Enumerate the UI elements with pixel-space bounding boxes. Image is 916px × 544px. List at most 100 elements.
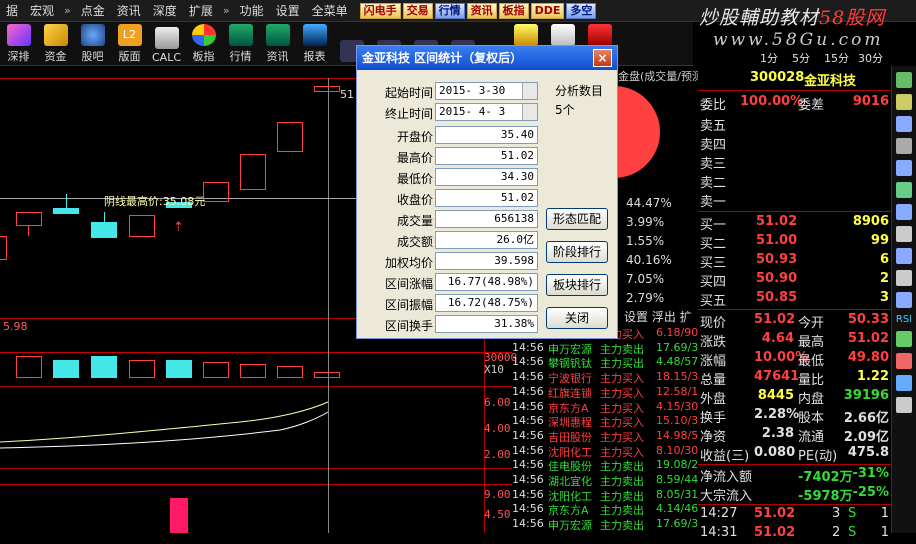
toolbar-button-layout[interactable]: L2 版面 [111, 22, 148, 66]
ticker-row[interactable]: 14:56 红旗连锁 主力买入 12.58/1 [512, 384, 698, 400]
ticker-cell: 红旗连锁 [548, 386, 592, 400]
separator [0, 484, 512, 485]
period-tab[interactable]: 1分 [760, 50, 778, 66]
ticker-row[interactable]: 14:56 吉田股份 主力买入 14.98/5 [512, 429, 698, 444]
menu-item[interactable]: 资讯 [111, 2, 147, 19]
ticker-row[interactable]: 14:56 沈阳化工 主力买入 8.10/30 [512, 444, 698, 459]
dialog-title: 金亚科技 区间统计（复权后） [362, 51, 523, 65]
buy-level-label: 买四 [700, 275, 727, 290]
sidebar-icon[interactable] [896, 116, 912, 132]
toolbar-button-sector-index[interactable]: 板指 [185, 22, 222, 66]
start-time-picker[interactable]: 2015- 3-30 [435, 82, 538, 100]
menu-item[interactable]: 扩展 [183, 2, 219, 19]
sell-order-row: 卖四 [698, 134, 891, 153]
quick-button-flash[interactable]: 闪电手 [359, 2, 401, 19]
toolbar-button-report[interactable]: 报表 [296, 22, 333, 66]
ticker-row[interactable]: 14:56 宁波银行 主力买入 18.15/3 [512, 370, 698, 386]
ticker-cell: 攀钢钒钛 [548, 357, 592, 371]
dialog-titlebar[interactable]: 金亚科技 区间统计（复权后） × [357, 46, 617, 70]
ticker-row[interactable]: 14:56 申万宏源 主力卖出 17.69/3 [512, 341, 698, 356]
menu-more[interactable]: » [219, 4, 234, 17]
tab-expand[interactable]: 扩 [680, 310, 692, 324]
toolbar-button-rank[interactable]: 深排 [0, 22, 37, 66]
stat-label: 涨跌 [700, 335, 727, 350]
tab-float[interactable]: 浮出 [652, 310, 676, 324]
stat-value: 51.02 [847, 331, 889, 346]
period-tab[interactable]: 15分 [824, 50, 849, 66]
ticker-row[interactable]: 14:56 湖北宜化 主力卖出 8.59/44 [512, 473, 698, 488]
flow-percent: -31% [852, 466, 889, 481]
ticker-cell: 主力卖出 [600, 489, 644, 503]
sidebar-icon[interactable] [896, 182, 912, 198]
sidebar-icon[interactable] [896, 160, 912, 176]
menu-item[interactable]: 功能 [234, 2, 270, 19]
menu-item[interactable]: 全菜单 [306, 2, 354, 19]
menu-item[interactable]: 深度 [147, 2, 183, 19]
period-tab[interactable]: 30分 [858, 50, 883, 66]
ticker-cell: 深圳惠程 [548, 416, 592, 430]
sidebar-icon[interactable] [896, 138, 912, 154]
close-icon[interactable]: × [593, 49, 612, 67]
toolbar-button-funds[interactable]: 资金 [37, 22, 74, 66]
ticker-row[interactable]: 14:56 沈阳化工 主力卖出 8.05/31 [512, 488, 698, 503]
stock-name: 金亚科技 [804, 74, 857, 89]
ticker-row[interactable]: 14:56 深圳惠程 主力买入 15.10/3 [512, 414, 698, 430]
toolbar-button-quote[interactable]: 行情 [222, 22, 259, 66]
quick-button-longshort[interactable]: 多空 [566, 2, 597, 19]
menu-item[interactable]: 点金 [75, 2, 111, 19]
ticker-row[interactable]: 14:56 京东方A 主力买入 4.15/30 [512, 400, 698, 415]
indicator-bar [170, 498, 188, 533]
menu-item[interactable]: 设置 [270, 2, 306, 19]
stat-value: 2.66亿 [843, 411, 889, 426]
menu-more[interactable]: » [60, 4, 75, 17]
ticker-cell: 12.58/1 [656, 384, 698, 398]
end-time-picker[interactable]: 2015- 4- 3 [435, 103, 538, 121]
toolbar-button-forum[interactable]: 股吧 [74, 22, 111, 66]
sector-rank-button[interactable]: 板块排行 [546, 274, 608, 296]
ticker-row[interactable]: 14:56 京东方A 主力卖出 4.14/46 [512, 502, 698, 517]
sell-level-label: 卖五 [700, 119, 727, 134]
ticker-cell: 主力买入 [600, 401, 644, 415]
sidebar-icon[interactable] [896, 375, 912, 391]
stat-value: 0.080 [754, 445, 796, 460]
spinner-icon[interactable] [522, 83, 537, 99]
ticker-row[interactable]: 14:56 申万宏源 主力卖出 17.69/3 [512, 517, 698, 532]
menu-item[interactable]: 据 [0, 2, 24, 19]
period-tab[interactable]: 5分 [792, 50, 810, 66]
sidebar-icon[interactable] [896, 270, 912, 286]
buy-level-label: 买三 [700, 256, 727, 271]
sidebar-icon[interactable] [896, 397, 912, 413]
sidebar-icon[interactable] [896, 72, 912, 88]
quick-button-news[interactable]: 资讯 [466, 2, 497, 19]
toolbar-button-calc[interactable]: CALC [148, 22, 185, 66]
ticker-row[interactable]: 14:56 佳电股份 主力卖出 19.08/2 [512, 458, 698, 473]
quick-button-index[interactable]: 板指 [498, 2, 529, 19]
stage-rank-button[interactable]: 阶段排行 [546, 241, 608, 263]
ticker-row[interactable]: 14:56 攀钢钒钛 主力买出 4.48/57 [512, 355, 698, 371]
sidebar-icon[interactable] [896, 226, 912, 242]
sidebar-icon[interactable] [896, 331, 912, 347]
quick-button-quote[interactable]: 行情 [434, 2, 465, 19]
volume-bar [91, 356, 117, 378]
quick-button-dde[interactable]: DDE [530, 2, 565, 19]
sidebar-icon[interactable] [896, 204, 912, 220]
percent-value: 7.05% [626, 272, 665, 286]
close-button[interactable]: 关闭 [546, 307, 608, 329]
pattern-match-button[interactable]: 形态匹配 [546, 208, 608, 230]
spinner-icon[interactable] [522, 104, 537, 120]
axis-label: 4.00 [484, 422, 511, 435]
menu-item[interactable]: 宏观 [24, 2, 60, 19]
sidebar-icon[interactable] [896, 94, 912, 110]
tab-settings[interactable]: 设置 [624, 310, 648, 324]
rsi-label[interactable]: RSI [892, 314, 916, 325]
forum-icon [80, 24, 105, 46]
sidebar-icon[interactable] [896, 292, 912, 308]
ticker-cell: 宁波银行 [548, 372, 592, 386]
allround-icon [550, 24, 575, 46]
sidebar-icon[interactable] [896, 248, 912, 264]
toolbar-button-news[interactable]: 资讯 [259, 22, 296, 66]
quick-button-trade[interactable]: 交易 [402, 2, 433, 19]
stat-value-field: 16.77(48.98%) [435, 273, 538, 291]
buy-volume: 3 [879, 290, 889, 305]
sidebar-icon[interactable] [896, 353, 912, 369]
